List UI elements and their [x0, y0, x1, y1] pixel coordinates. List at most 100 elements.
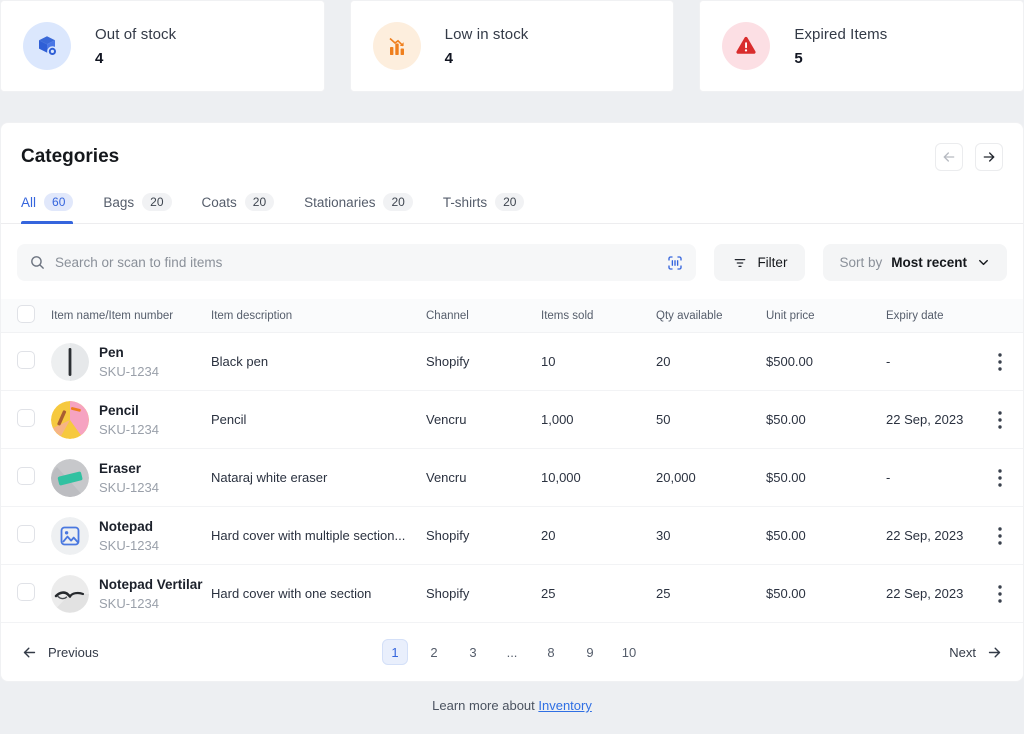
table-row[interactable]: Pen SKU-1234 Black pen Shopify 10 20 $50…	[1, 333, 1023, 391]
pagination: Previous 1 2 3 ... 8 9 10 Next	[1, 623, 1023, 681]
tab-label: All	[21, 195, 36, 210]
item-channel: Vencru	[418, 470, 533, 485]
col-channel: Channel	[418, 310, 533, 322]
item-thumbnail	[51, 575, 89, 613]
select-all-checkbox[interactable]	[17, 305, 35, 323]
items-sold: 10,000	[533, 470, 648, 485]
page-button[interactable]: 9	[577, 639, 603, 665]
tab-label: Bags	[103, 195, 134, 210]
arrow-right-icon	[981, 149, 997, 165]
item-description: Nataraj white eraser	[203, 470, 418, 485]
row-checkbox[interactable]	[17, 409, 35, 427]
stats-row: Out of stock 4 Low in stock 4	[0, 0, 1024, 92]
filter-button[interactable]: Filter	[714, 244, 805, 281]
tab-label: T-shirts	[443, 195, 487, 210]
filter-icon	[732, 255, 748, 271]
stat-label: Low in stock	[445, 26, 529, 43]
item-thumbnail	[51, 459, 89, 497]
kebab-menu-icon	[998, 527, 1002, 545]
row-checkbox[interactable]	[17, 351, 35, 369]
qty-available: 20,000	[648, 470, 758, 485]
table-row[interactable]: Notepad SKU-1234 Hard cover with multipl…	[1, 507, 1023, 565]
row-menu-button[interactable]	[991, 582, 1009, 606]
stat-card-low-in-stock: Low in stock 4	[350, 0, 675, 92]
tab-label: Coats	[202, 195, 237, 210]
stat-label: Out of stock	[95, 26, 176, 43]
expiry-date: 22 Sep, 2023	[878, 586, 991, 601]
category-tab[interactable]: Bags 20	[103, 185, 171, 223]
search-input[interactable]	[55, 255, 657, 270]
category-tab[interactable]: Coats 20	[202, 185, 275, 223]
item-description: Pencil	[203, 412, 418, 427]
category-tab[interactable]: Stationaries 20	[304, 185, 413, 223]
stat-value: 4	[95, 50, 176, 67]
qty-available: 50	[648, 412, 758, 427]
item-name: Notepad Vertilar	[99, 577, 203, 592]
package-icon	[23, 22, 71, 70]
category-tab[interactable]: All 60	[21, 185, 73, 223]
row-checkbox[interactable]	[17, 467, 35, 485]
sort-dropdown[interactable]: Sort by Most recent	[823, 244, 1007, 281]
qty-available: 25	[648, 586, 758, 601]
item-description: Hard cover with multiple section...	[203, 528, 418, 543]
row-menu-button[interactable]	[991, 466, 1009, 490]
tab-count-badge: 60	[44, 193, 73, 211]
filter-label: Filter	[757, 255, 787, 270]
item-description: Hard cover with one section	[203, 586, 418, 601]
page-button[interactable]: 8	[538, 639, 564, 665]
inventory-link[interactable]: Inventory	[538, 698, 591, 713]
tab-count-badge: 20	[495, 193, 524, 211]
row-checkbox[interactable]	[17, 583, 35, 601]
stat-label: Expired Items	[794, 26, 887, 43]
stat-card-expired-items: Expired Items 5	[699, 0, 1024, 92]
next-button[interactable]: Next	[949, 644, 1003, 661]
row-menu-button[interactable]	[991, 408, 1009, 432]
toolbar: Filter Sort by Most recent	[1, 224, 1023, 299]
page-button[interactable]: 2	[421, 639, 447, 665]
tab-count-badge: 20	[383, 193, 412, 211]
item-name: Eraser	[99, 461, 159, 476]
row-checkbox[interactable]	[17, 525, 35, 543]
page-button[interactable]: ...	[499, 639, 525, 665]
item-name: Notepad	[99, 519, 159, 534]
item-channel: Shopify	[418, 528, 533, 543]
page-button[interactable]: 1	[382, 639, 408, 665]
table-row[interactable]: Notepad Vertilar SKU-1234 Hard cover wit…	[1, 565, 1023, 623]
sort-by-label: Sort by	[839, 255, 882, 270]
items-sold: 10	[533, 354, 648, 369]
kebab-menu-icon	[998, 353, 1002, 371]
search-box[interactable]	[17, 244, 696, 281]
glasses-image	[51, 575, 89, 613]
table-row[interactable]: Eraser SKU-1234 Nataraj white eraser Ven…	[1, 449, 1023, 507]
expiry-date: -	[878, 470, 991, 485]
page-button[interactable]: 3	[460, 639, 486, 665]
chevron-down-icon	[976, 255, 991, 270]
tab-count-badge: 20	[245, 193, 274, 211]
unit-price: $50.00	[758, 470, 878, 485]
items-sold: 20	[533, 528, 648, 543]
row-menu-button[interactable]	[991, 350, 1009, 374]
item-channel: Shopify	[418, 586, 533, 601]
item-channel: Vencru	[418, 412, 533, 427]
pen-image	[51, 343, 89, 381]
expiry-date: 22 Sep, 2023	[878, 412, 991, 427]
scroll-left-button[interactable]	[935, 143, 963, 171]
arrow-right-icon	[986, 644, 1003, 661]
col-description: Item description	[203, 310, 418, 322]
col-unit-price: Unit price	[758, 310, 878, 322]
expiry-date: -	[878, 354, 991, 369]
kebab-menu-icon	[998, 469, 1002, 487]
page-button[interactable]: 10	[616, 639, 642, 665]
category-tab[interactable]: T-shirts 20	[443, 185, 525, 223]
image-placeholder-icon	[51, 517, 89, 555]
table-row[interactable]: Pencil SKU-1234 Pencil Vencru 1,000 50 $…	[1, 391, 1023, 449]
chart-down-icon	[373, 22, 421, 70]
page-title: Categories	[21, 146, 119, 168]
previous-button[interactable]: Previous	[21, 644, 99, 661]
barcode-scan-icon[interactable]	[666, 254, 684, 272]
row-menu-button[interactable]	[991, 524, 1009, 548]
col-qty-available: Qty available	[648, 310, 758, 322]
item-sku: SKU-1234	[99, 364, 159, 379]
scroll-right-button[interactable]	[975, 143, 1003, 171]
items-sold: 25	[533, 586, 648, 601]
